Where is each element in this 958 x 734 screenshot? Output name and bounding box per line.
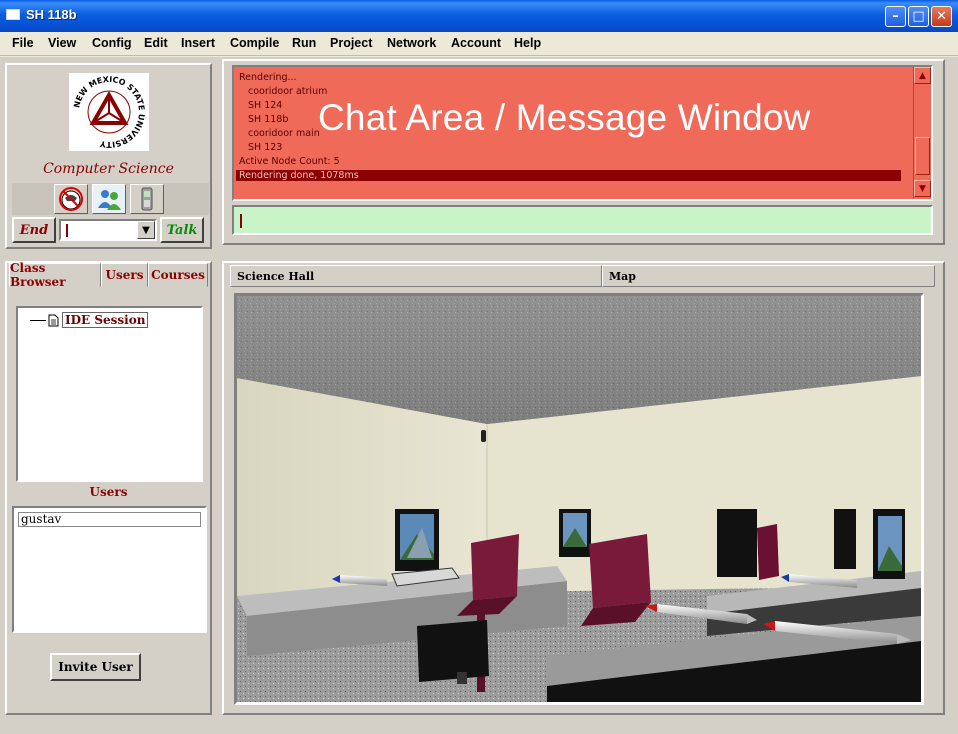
no-call-icon [59,187,83,211]
window-title: SH 118b [26,7,77,22]
department-name: Computer Science [43,161,174,177]
nmsu-seal-icon: NEW MEXICO STATE UNIVERSITY [72,75,146,149]
menu-view[interactable]: View [48,36,76,50]
status-strip [0,721,958,734]
chat-panel: Rendering... cooridoor atrium SH 124 SH … [222,59,945,245]
tree-node-label: IDE Session [62,312,149,328]
combo-dropdown-button[interactable]: ▼ [137,221,155,239]
text-caret [66,224,68,237]
menu-help[interactable]: Help [514,36,541,50]
chat-line: Active Node Count: 5 [239,156,340,167]
client-area: NEW MEXICO STATE UNIVERSITY Computer Sci… [0,57,958,734]
talk-button[interactable]: Talk [160,217,204,243]
people-icon [98,190,121,210]
close-icon: ✕ [936,9,947,24]
chat-input-field[interactable] [232,205,933,235]
tab-users[interactable]: Users [101,263,148,287]
menu-bar: File View Config Edit Insert Compile Run… [0,32,958,56]
end-button[interactable]: End [12,217,56,243]
scroll-down-button[interactable]: ▼ [914,180,931,197]
chevron-down-icon: ▼ [919,183,926,194]
chevron-up-icon: ▲ [919,70,926,81]
3d-scene-viewport[interactable] [234,293,924,705]
menu-compile[interactable]: Compile [230,36,279,50]
left-sidebar-panel: Class Browser Users Courses IDE Session … [5,261,212,715]
maximize-button[interactable]: □ [908,6,929,27]
contacts-button[interactable] [92,184,126,214]
sidebar-tabs: Class Browser Users Courses [7,261,210,289]
users-list[interactable]: gustav [12,506,207,633]
tab-map[interactable]: Map [602,265,935,287]
minimize-button[interactable]: – [885,6,906,27]
tab-class-browser[interactable]: Class Browser [9,261,101,289]
scroll-up-button[interactable]: ▲ [914,67,931,84]
application-window: SH 118b – □ ✕ File View Config Edit Inse… [0,0,958,734]
menu-run[interactable]: Run [292,36,316,50]
mobile-phone-icon [141,187,153,211]
maximize-icon: □ [912,9,925,24]
tab-science-hall[interactable]: Science Hall [230,265,602,287]
chat-line: SH 124 [248,100,283,111]
text-caret [240,214,242,228]
menu-network[interactable]: Network [387,36,436,50]
computer-lab-scene [237,296,921,702]
menu-project[interactable]: Project [330,36,372,50]
mobile-phone-button[interactable] [130,184,164,214]
chat-line: cooridoor atrium [248,86,328,97]
view-tabs: Science Hall Map [230,265,935,287]
menu-account[interactable]: Account [451,36,501,50]
world-view-panel: Science Hall Map [222,261,945,715]
session-tree[interactable]: IDE Session [16,306,203,482]
menu-insert[interactable]: Insert [181,36,215,50]
list-item[interactable]: gustav [18,512,201,527]
tab-courses[interactable]: Courses [148,263,208,287]
chat-scrollbar[interactable]: ▲ ▼ [913,67,931,199]
scrollbar-thumb[interactable] [915,137,930,175]
chat-line: Rendering... [239,72,297,83]
tree-node-ide-session[interactable]: IDE Session [30,312,149,328]
contact-combo-box[interactable]: ▼ [59,219,157,241]
menu-config[interactable]: Config [92,36,132,50]
invite-user-button[interactable]: Invite User [50,653,141,681]
menu-edit[interactable]: Edit [144,36,168,50]
no-call-button[interactable] [54,184,88,214]
chat-line: SH 118b [248,114,289,125]
chat-message-window[interactable]: Rendering... cooridoor atrium SH 124 SH … [232,65,933,201]
chat-area-caption: Chat Area / Message Window [318,97,811,138]
users-heading: Users [89,485,128,499]
minimize-icon: – [892,9,899,24]
logo-panel: NEW MEXICO STATE UNIVERSITY Computer Sci… [5,63,212,249]
menu-file[interactable]: File [12,36,34,50]
chevron-down-icon: ▼ [142,224,150,236]
chat-line: cooridoor main [248,128,320,139]
close-button[interactable]: ✕ [931,6,952,27]
chat-line-selected: Rendering done, 1078ms [236,170,901,181]
document-icon [48,314,59,326]
chat-line: SH 123 [248,142,283,153]
app-window-icon [6,9,20,20]
title-bar[interactable]: SH 118b – □ ✕ [0,0,958,32]
communication-toolbar [12,183,209,215]
tree-connector-line [30,319,46,321]
university-logo: NEW MEXICO STATE UNIVERSITY [69,73,149,151]
